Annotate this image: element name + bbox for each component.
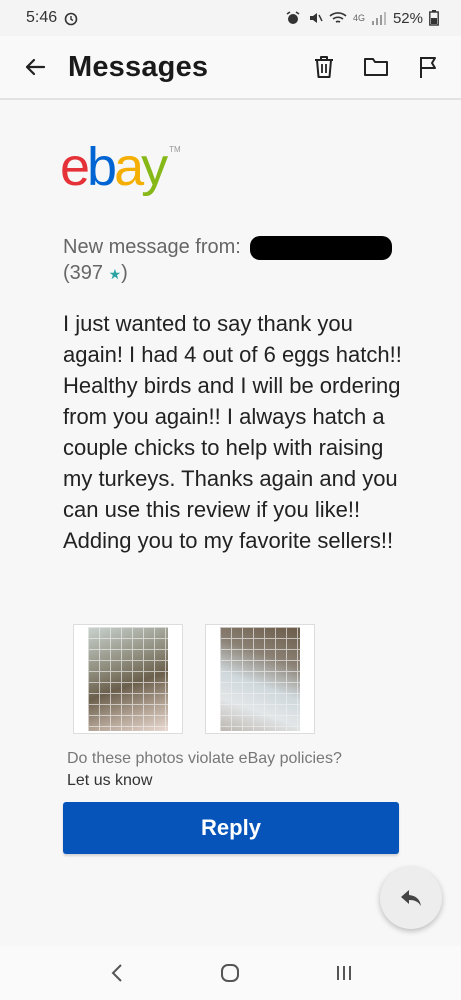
trash-icon [315,56,333,78]
arrow-left-icon [25,58,46,76]
photo-image [88,627,168,731]
nav-home-button[interactable] [210,953,250,993]
folder-icon [364,58,388,76]
battery-icon [429,10,439,26]
chevron-left-icon [111,964,122,982]
logo-letter-y: y [141,137,168,197]
wifi-icon [329,12,347,23]
alarm-icon [64,12,78,26]
recents-icon [337,966,352,980]
feedback-score: (397 [63,262,104,284]
app-bar-actions [305,48,447,86]
logo-letter-b: b [87,137,117,197]
let-us-know-link[interactable]: Let us know [67,770,342,792]
ebay-logo: ebay TM [60,137,181,197]
flag-icon [420,57,436,78]
photo-attachments [73,624,315,734]
back-button[interactable] [18,50,52,84]
status-bar: 5:46 4G 52% [0,0,461,36]
page-title: Messages [68,50,209,83]
reply-arrow-icon [401,890,421,906]
app-bar: Messages [0,36,461,98]
message-body: I just wanted to say thank you again! I … [63,311,402,553]
status-time-group: 5:46 [26,9,79,27]
sender-label: New message from: [63,236,241,258]
nav-back-button[interactable] [97,953,137,993]
battery-percent: 52% [392,9,423,27]
signal-icon [371,12,386,25]
move-to-folder-button[interactable] [357,48,395,86]
nav-recents-button[interactable] [324,953,364,993]
delete-button[interactable] [305,48,343,86]
photo-thumbnail[interactable] [205,624,315,734]
message-content: ebay TM New message from: (397 ★) I just … [0,100,461,946]
logo-letter-e: e [60,137,90,197]
reply-button[interactable]: Reply [63,802,399,854]
photo-policy-notice: Do these photos violate eBay policies? L… [67,748,342,792]
star-icon: ★ [108,266,122,282]
system-nav-bar [0,946,461,1000]
logo-trademark: TM [169,145,181,154]
home-circle-icon [221,964,240,982]
photo-thumbnail[interactable] [73,624,183,734]
feedback-score-close: ) [121,262,128,284]
status-time: 5:46 [26,9,58,26]
alarm-icon [286,11,300,24]
network-type: 4G [352,13,365,23]
redacted-username [250,235,393,260]
status-icons: 4G 52% [285,10,439,27]
photo-image [220,627,300,731]
reply-fab-button[interactable] [380,867,442,929]
logo-letter-a: a [114,137,144,197]
policy-question: Do these photos violate eBay policies? [67,750,342,767]
report-button[interactable] [409,48,447,86]
sender-info: New message from: (397 ★) [63,234,393,287]
mute-icon [309,13,323,23]
